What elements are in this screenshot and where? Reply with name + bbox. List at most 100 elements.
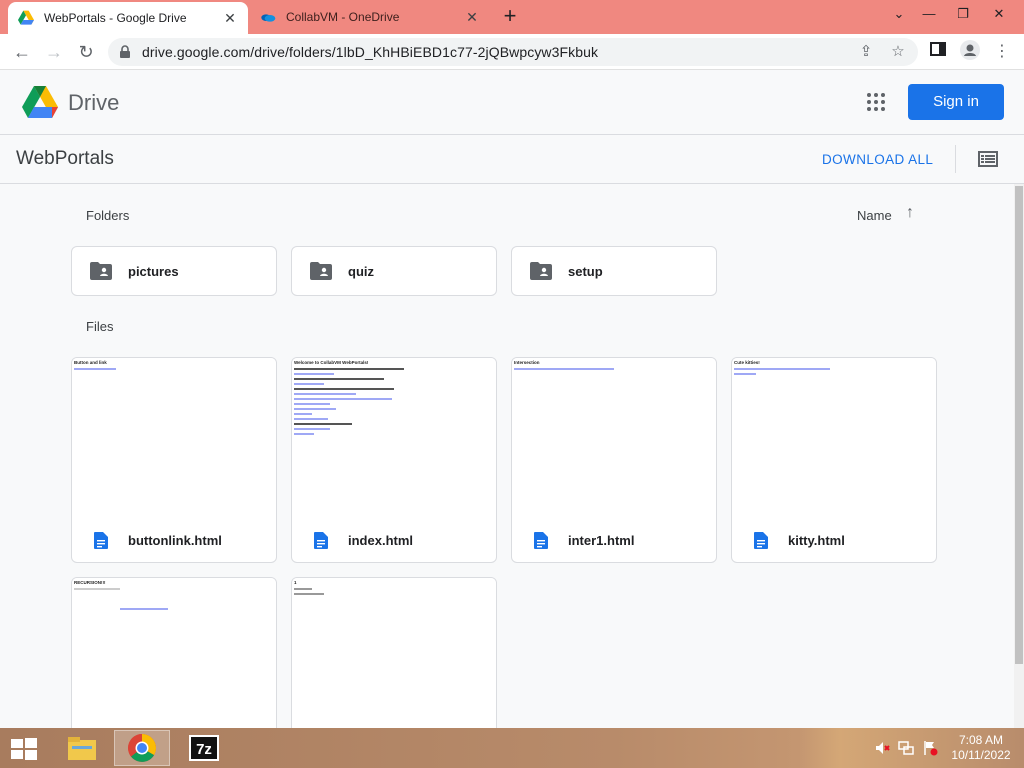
windows-start-icon[interactable] <box>10 737 38 761</box>
vertical-scrollbar[interactable] <box>1014 184 1024 728</box>
tab-search-chevron-icon[interactable]: ⌄ <box>882 0 916 28</box>
taskbar-file-explorer[interactable] <box>54 730 110 766</box>
thumbnail-line <box>74 588 120 590</box>
file-name: inter1.html <box>568 532 635 548</box>
thumbnail-title: RECURSION!!! <box>74 580 106 585</box>
forward-button[interactable]: → <box>42 40 66 64</box>
download-all-button[interactable]: DOWNLOAD ALL <box>822 152 933 167</box>
thumbnail-line <box>294 423 352 425</box>
address-bar[interactable]: drive.google.com/drive/folders/1lbD_KhHB… <box>108 38 918 66</box>
thumbnail-line <box>734 368 830 370</box>
sign-in-button[interactable]: Sign in <box>908 84 1004 120</box>
browser-toolbar: ← → ↻ drive.google.com/drive/folders/1lb… <box>0 34 1024 70</box>
thumbnail-title: Welcome to CollabVM WebPortals! <box>294 360 369 365</box>
google-drive-icon <box>18 10 34 25</box>
document-icon <box>94 531 108 549</box>
file-name: kitty.html <box>788 532 845 548</box>
7zip-icon: 7z <box>189 735 219 761</box>
taskbar-chrome[interactable] <box>114 730 170 766</box>
thumbnail-title: Button and link <box>74 360 107 365</box>
drive-logo-icon <box>22 86 58 118</box>
drive-logo-text: Drive <box>68 90 120 115</box>
thumbnail-line <box>294 383 324 385</box>
file-footer: kitty.html <box>732 518 936 562</box>
thumbnail-title: 1 <box>294 580 297 585</box>
file-card[interactable]: RECURSION!!! <box>71 577 277 728</box>
close-tab-icon[interactable]: ✕ <box>222 10 238 26</box>
file-thumbnail: Cute kitties! <box>732 358 936 518</box>
new-tab-button[interactable]: + <box>498 5 522 29</box>
file-card[interactable]: Intersection inter1.html <box>511 357 717 563</box>
thumbnail-line <box>294 373 334 375</box>
onedrive-icon <box>261 14 276 22</box>
file-footer: buttonlink.html <box>72 518 276 562</box>
share-icon[interactable]: ⇪ <box>856 42 876 62</box>
folder-card[interactable]: setup <box>511 246 717 296</box>
chrome-icon <box>128 734 156 762</box>
system-clock[interactable]: 7:08 AM 10/11/2022 <box>948 733 1014 763</box>
action-center-flag-icon[interactable] <box>922 740 938 756</box>
folder-title-bar: WebPortals DOWNLOAD ALL <box>0 135 1024 184</box>
back-button[interactable]: ← <box>10 40 34 64</box>
list-view-icon[interactable] <box>978 151 998 167</box>
thumbnail-title: Intersection <box>514 360 540 365</box>
file-card[interactable]: 1 <box>291 577 497 728</box>
thumbnail-line <box>294 393 356 395</box>
thumbnail-line <box>294 403 330 405</box>
thumbnail-line <box>734 373 756 375</box>
profile-avatar-icon[interactable] <box>958 40 982 64</box>
taskbar-7zip[interactable]: 7z <box>176 730 232 766</box>
minimize-button[interactable]: — <box>912 0 946 28</box>
file-thumbnail: 1 <box>292 578 496 728</box>
file-name: buttonlink.html <box>128 532 222 548</box>
bookmark-star-icon[interactable]: ☆ <box>888 42 908 62</box>
thumbnail-line <box>294 428 330 430</box>
thumbnail-line <box>294 418 328 420</box>
thumbnail-line <box>294 588 312 590</box>
folder-card[interactable]: quiz <box>291 246 497 296</box>
files-section-label: Files <box>86 319 114 334</box>
network-icon[interactable] <box>898 740 914 756</box>
close-tab-icon[interactable]: ✕ <box>464 9 480 25</box>
folder-content: Folders Name ↑ pictures quiz setup Files… <box>0 184 1014 728</box>
page-title: WebPortals <box>16 148 114 169</box>
thumbnail-line <box>120 608 168 610</box>
tab-title: WebPortals - Google Drive <box>44 11 187 25</box>
windows-taskbar: 7z 7:08 AM 10/11/2022 <box>0 728 1024 768</box>
scrollbar-thumb[interactable] <box>1015 186 1023 664</box>
file-explorer-icon <box>68 737 96 760</box>
shared-folder-icon <box>90 262 112 280</box>
restore-button[interactable]: ❐ <box>946 0 980 28</box>
url-text: drive.google.com/drive/folders/1lbD_KhHB… <box>142 44 599 60</box>
thumbnail-line <box>294 398 392 400</box>
file-card[interactable]: Welcome to CollabVM WebPortals! index.ht… <box>291 357 497 563</box>
volume-muted-icon[interactable] <box>874 740 890 756</box>
tab-onedrive[interactable]: CollabVM - OneDrive ✕ <box>250 0 490 34</box>
reload-button[interactable]: ↻ <box>74 40 98 64</box>
browser-menu-icon[interactable]: ⋮ <box>990 40 1014 64</box>
file-thumbnail: Welcome to CollabVM WebPortals! <box>292 358 496 518</box>
sort-by-name-button[interactable]: Name <box>857 208 892 223</box>
shared-folder-icon <box>530 262 552 280</box>
folder-card[interactable]: pictures <box>71 246 277 296</box>
tab-google-drive[interactable]: WebPortals - Google Drive ✕ <box>8 2 248 34</box>
sort-ascending-arrow-icon[interactable]: ↑ <box>902 205 918 221</box>
thumbnail-line <box>294 388 394 390</box>
file-card[interactable]: Cute kitties! kitty.html <box>731 357 937 563</box>
thumbnail-line <box>294 413 312 415</box>
close-window-button[interactable]: ✕ <box>982 0 1016 28</box>
thumbnail-line <box>294 433 314 435</box>
folder-name: quiz <box>348 263 374 279</box>
divider <box>955 145 956 173</box>
document-icon <box>314 531 328 549</box>
thumbnail-line <box>74 368 116 370</box>
thumbnail-line <box>294 378 384 380</box>
thumbnail-title: Cute kitties! <box>734 360 760 365</box>
side-panel-icon[interactable] <box>926 40 950 64</box>
file-card[interactable]: Button and link buttonlink.html <box>71 357 277 563</box>
svg-text:7z: 7z <box>196 741 212 758</box>
thumbnail-line <box>294 408 336 410</box>
folder-name: setup <box>568 263 603 279</box>
google-apps-grid-icon[interactable] <box>866 92 886 112</box>
drive-header: Drive Sign in <box>0 70 1024 135</box>
